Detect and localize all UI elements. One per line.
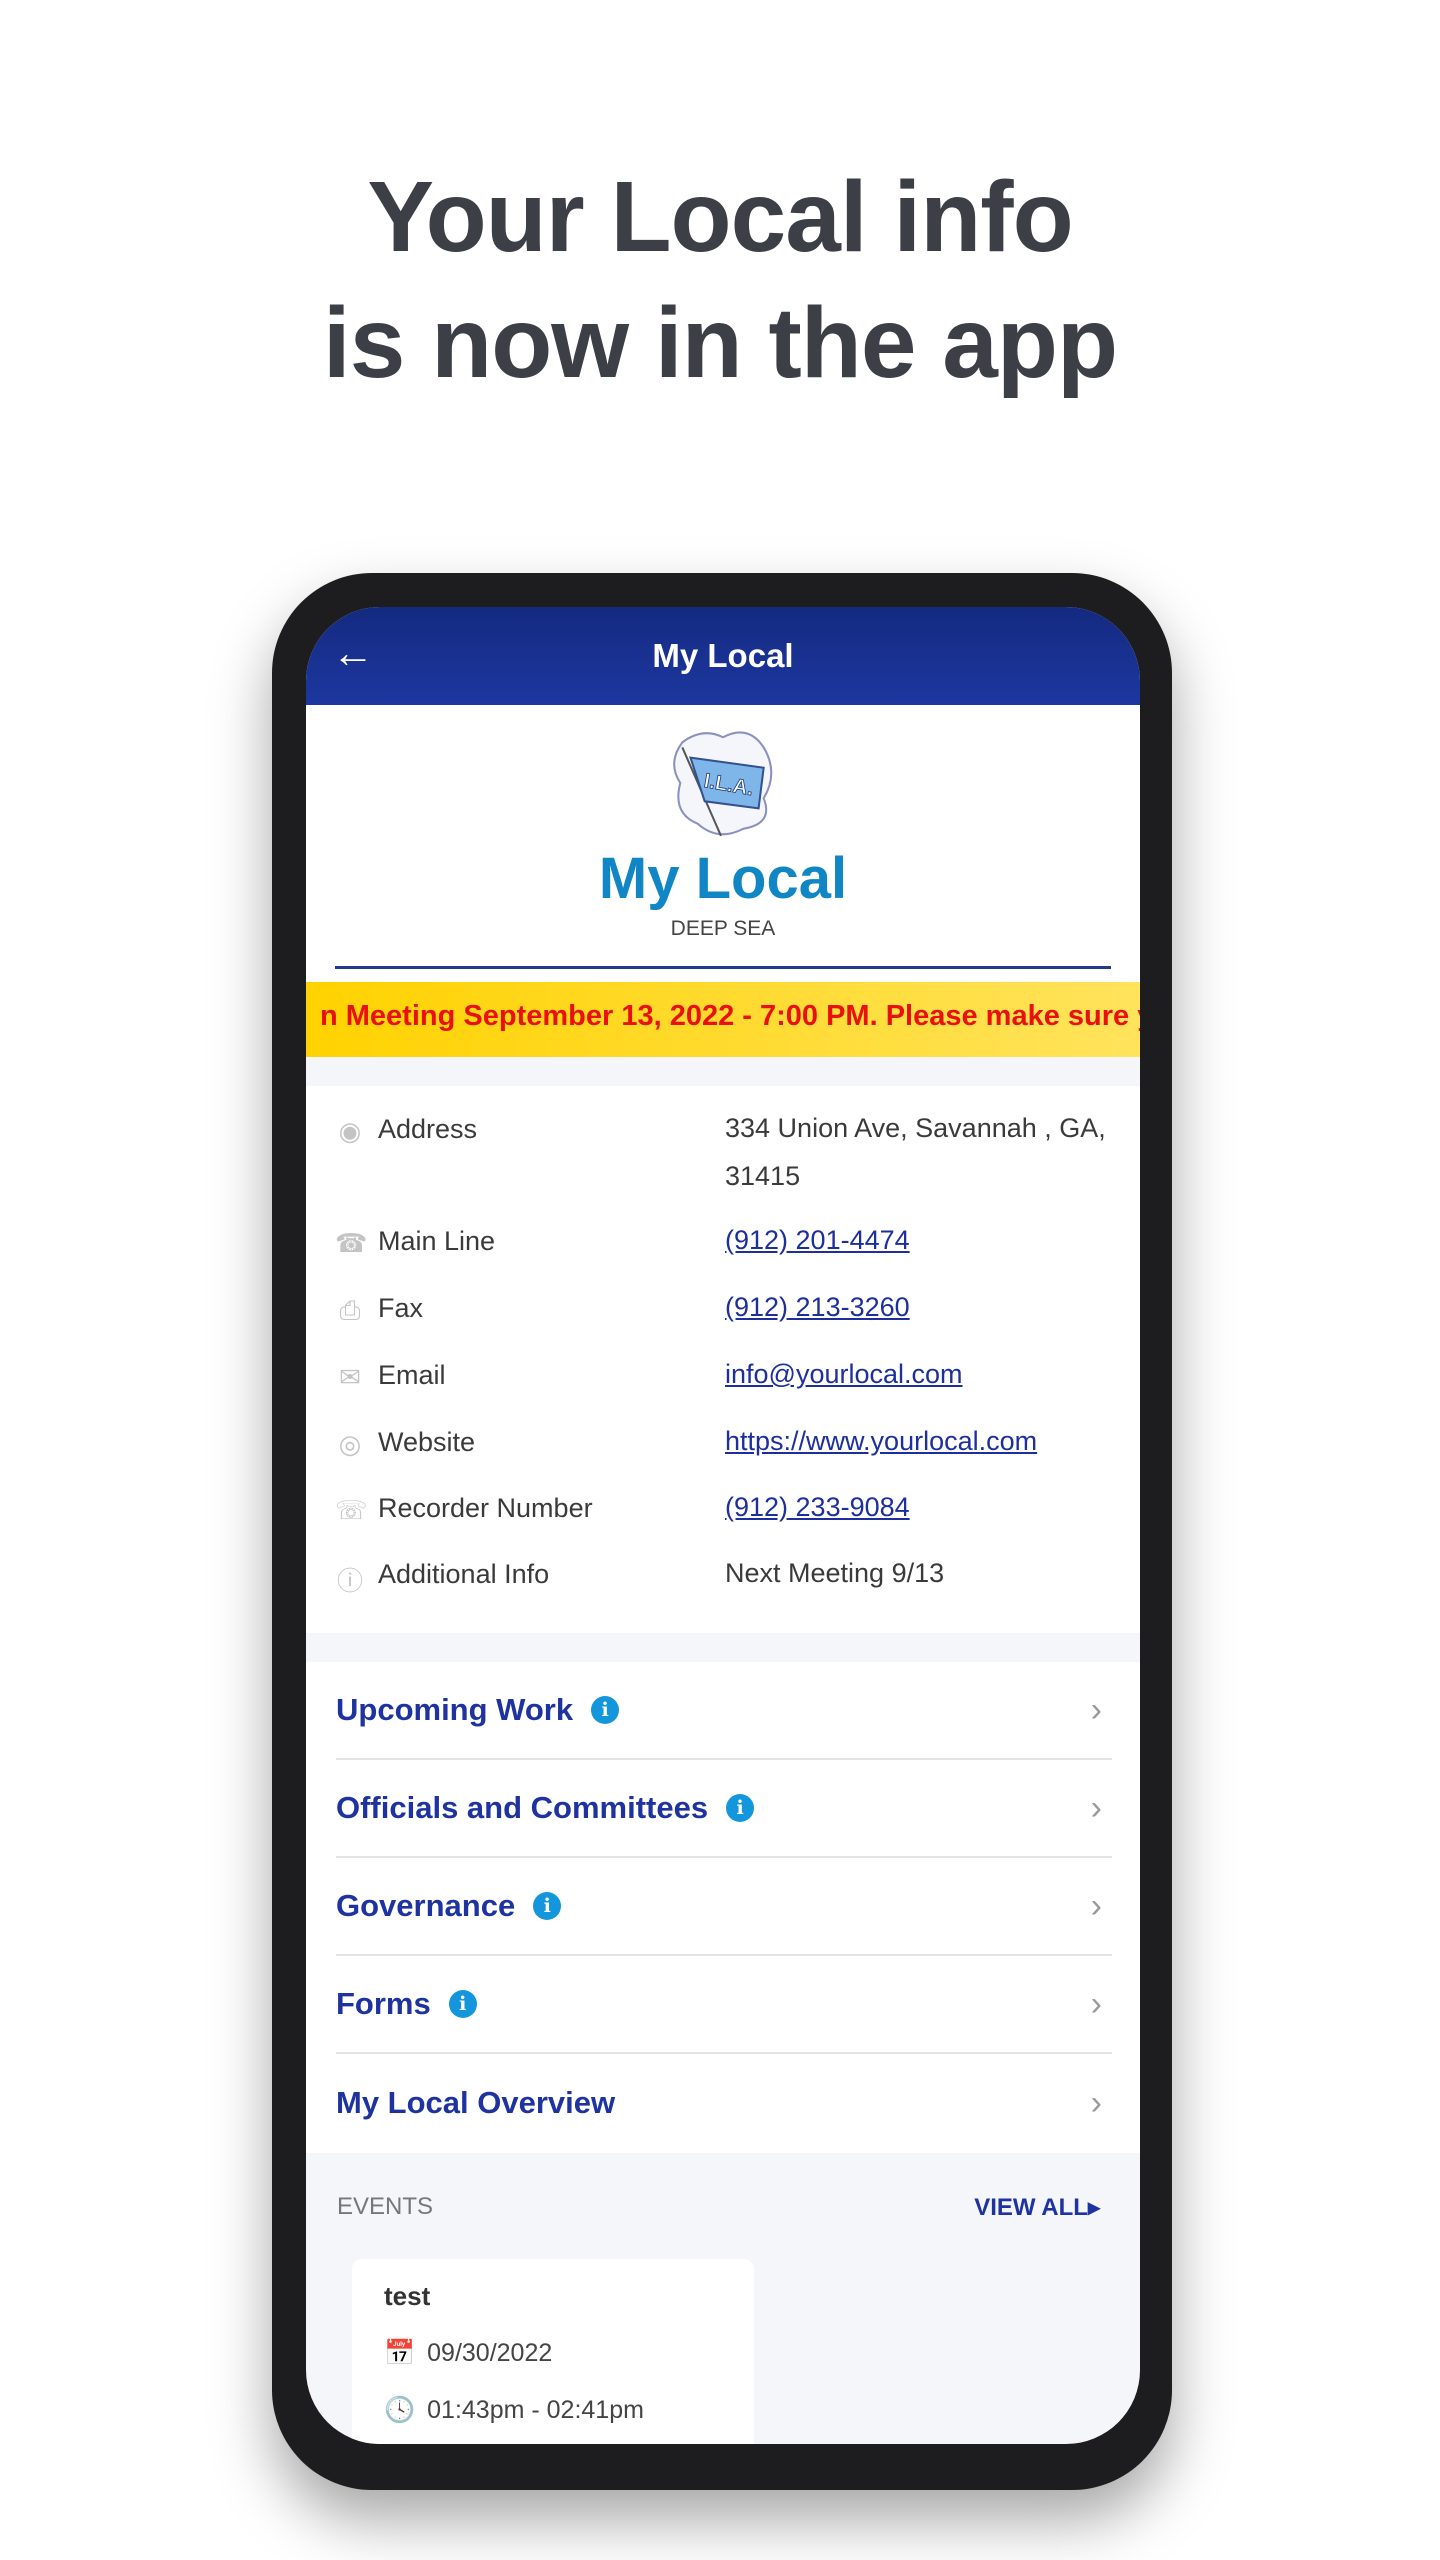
- mail-icon: ✉: [339, 1362, 361, 1392]
- local-subtitle: DEEP SEA: [670, 917, 776, 940]
- announcement-banner[interactable]: n Meeting September 13, 2022 - 7:00 PM. …: [306, 982, 1140, 1057]
- menu-item-officials-and-committees[interactable]: Officials and Committees i ›: [336, 1760, 1112, 1858]
- info-icon[interactable]: i: [533, 1892, 562, 1920]
- menu-item-upcoming-work[interactable]: Upcoming Work i ›: [336, 1662, 1112, 1760]
- event-time: 01:43pm - 02:41pm: [427, 2396, 644, 2424]
- menu-item-label: Upcoming Work: [336, 1692, 574, 1727]
- info-value: Next Meeting 9/13: [725, 1558, 945, 1588]
- event-card[interactable]: test 📅 09/30/2022 🕓 01:43pm - 02:41pm: [352, 2259, 754, 2444]
- local-name: My Local: [598, 846, 848, 911]
- info-label: Fax: [378, 1293, 424, 1323]
- ila-logo: I.L.A.: [673, 731, 773, 837]
- info-label: Address: [378, 1114, 478, 1144]
- info-icon[interactable]: i: [726, 1794, 755, 1822]
- chevron-right-icon: ›: [1090, 1984, 1102, 2023]
- phone-record-icon: ☏: [335, 1495, 368, 1525]
- info-link[interactable]: info@yourlocal.com: [725, 1359, 963, 1389]
- fax-icon: ⎙: [339, 1295, 361, 1325]
- menu-item-governance[interactable]: Governance i ›: [336, 1858, 1112, 1956]
- phone-icon: ☎: [335, 1228, 368, 1258]
- clock-icon: 🕓: [384, 2396, 416, 2424]
- view-all-button[interactable]: VIEW ALL▸: [974, 2193, 1100, 2222]
- info-label: Email: [378, 1360, 446, 1390]
- view-all-label: VIEW ALL: [974, 2194, 1088, 2221]
- info-label: Website: [378, 1427, 476, 1457]
- divider: [335, 966, 1111, 969]
- event-date: 09/30/2022: [427, 2339, 553, 2367]
- menu-item-label: Governance: [336, 1888, 516, 1923]
- menu-item-label: My Local Overview: [336, 2085, 616, 2120]
- info-link[interactable]: (912) 233-9084: [725, 1492, 910, 1522]
- menu-list: Upcoming Work i › Officials and Committees i…: [306, 1662, 1140, 2153]
- chevron-right-icon: ›: [1090, 1788, 1102, 1827]
- info-link[interactable]: (912) 201-4474: [725, 1225, 910, 1255]
- info-link[interactable]: (912) 213-3260: [725, 1292, 910, 1322]
- headline-line-2: is now in the app: [322, 287, 1118, 399]
- info-label: Recorder Number: [378, 1493, 593, 1523]
- caret-right-icon: ▸: [1087, 2194, 1100, 2221]
- calendar-icon: 📅: [384, 2339, 416, 2367]
- header-title: My Local: [652, 637, 794, 674]
- menu-item-label: Officials and Committees: [336, 1790, 709, 1825]
- app-header: ← My Local: [306, 607, 1140, 705]
- globe-icon: ◎: [338, 1429, 362, 1459]
- banner-text: n Meeting September 13, 2022 - 7:00 PM. …: [320, 1000, 1140, 1032]
- info-icon[interactable]: i: [591, 1696, 620, 1724]
- info-value: 334 Union Ave, Savannah , GA, 31415: [725, 1113, 1106, 1191]
- menu-item-forms[interactable]: Forms i ›: [336, 1956, 1112, 2054]
- phone-screen: ← My Local I.L.A. My Local DEEP SEA n Me…: [306, 607, 1140, 2444]
- info-label: Main Line: [378, 1226, 496, 1256]
- chevron-right-icon: ›: [1090, 1690, 1102, 1729]
- contact-info: ◉ Address 334 Union Ave, Savannah , GA, …: [306, 1086, 1140, 1633]
- info-icon[interactable]: i: [448, 1990, 477, 2018]
- headline-line-1: Your Local info: [367, 161, 1073, 273]
- location-pin-icon: ◉: [338, 1116, 362, 1146]
- info-link[interactable]: https://www.yourlocal.com: [725, 1426, 1037, 1456]
- events-heading: EVENTS: [337, 2193, 434, 2220]
- menu-item-my-local-overview[interactable]: My Local Overview ›: [336, 2054, 1112, 2152]
- menu-item-label: Forms: [336, 1986, 431, 2021]
- event-title: test: [384, 2281, 431, 2311]
- info-label: Additional Info: [378, 1559, 550, 1589]
- info-icon: ⓘ: [336, 1566, 363, 1596]
- chevron-right-icon: ›: [1090, 1886, 1102, 1925]
- chevron-right-icon: ›: [1090, 2083, 1102, 2122]
